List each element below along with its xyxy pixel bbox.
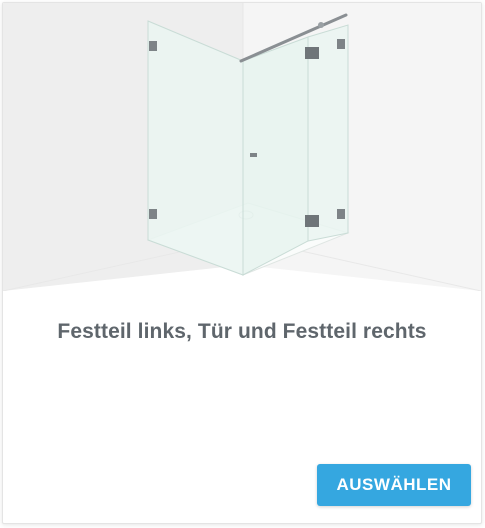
- wall-clamp-top-left: [149, 41, 157, 51]
- option-card: Festteil links, Tür und Festteil rechts …: [2, 2, 482, 524]
- shower-enclosure-illustration: [3, 3, 481, 291]
- wall-clamp-top-right: [337, 39, 345, 49]
- select-button[interactable]: AUSWÄHLEN: [317, 464, 471, 506]
- shower-enclosure-icon: [3, 3, 481, 291]
- wall-clamp-bottom-left: [149, 209, 157, 219]
- wall-clamp-bottom-right: [337, 209, 345, 219]
- fixed-panel-left: [147, 20, 244, 276]
- door-handle: [250, 153, 257, 157]
- door-hinge-bottom: [305, 215, 319, 227]
- door-hinge-top: [305, 47, 319, 59]
- option-title: Festteil links, Tür und Festteil rechts: [57, 320, 427, 343]
